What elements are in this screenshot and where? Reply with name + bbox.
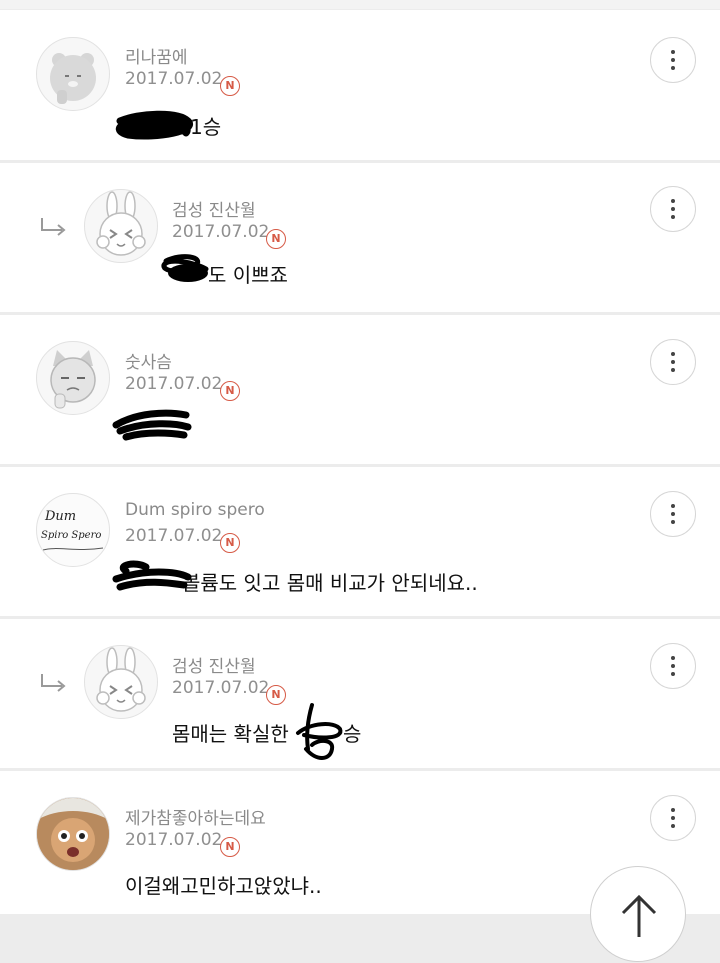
calligraphy-line-2: Spiro Spero (41, 530, 101, 541)
photo-avatar-icon[interactable] (36, 797, 110, 871)
rabbit-character-icon[interactable] (84, 189, 158, 263)
top-divider (0, 0, 720, 9)
scroll-to-top-button[interactable] (590, 866, 686, 962)
comment-date: 2017.07.02 (172, 222, 270, 242)
comment-item: Dum Spiro Spero Dum spiro spero 2017.07.… (0, 467, 720, 616)
comment-author[interactable]: 검성 진산월 (172, 196, 256, 221)
more-options-button[interactable] (650, 491, 696, 537)
bear-character-icon[interactable] (36, 37, 110, 111)
comment-date: 2017.07.02 (172, 678, 270, 698)
new-badge: N (220, 381, 240, 401)
more-options-button[interactable] (650, 795, 696, 841)
comment-text: 볼륨도 잇고 몸매 비교가 안되네요.. (182, 571, 478, 595)
comment-author[interactable]: Dum spiro spero (125, 500, 265, 520)
redaction-scribble (112, 409, 192, 441)
comment-text: 이걸왜고민하고앉았냐.. (125, 874, 322, 898)
comment-item: 검성 진산월 2017.07.02 N 도 이쁘죠 (0, 163, 720, 312)
comment-text: 몸매는 확실한 (172, 722, 289, 746)
comment-text: 1승 (190, 115, 222, 139)
comment-item: 검성 진산월 2017.07.02 N 몸매는 확실한 승 (0, 619, 720, 768)
comment-date: 2017.07.02 (125, 830, 223, 850)
comment-author[interactable]: 숫사슴 (125, 348, 172, 373)
comment-date: 2017.07.02 (125, 526, 223, 546)
new-badge: N (220, 76, 240, 96)
new-badge: N (266, 685, 286, 705)
more-options-button[interactable] (650, 186, 696, 232)
comment-date: 2017.07.02 (125, 374, 223, 394)
arrow-up-icon (621, 894, 657, 937)
more-options-button[interactable] (650, 37, 696, 83)
comment-author[interactable]: 검성 진산월 (172, 652, 256, 677)
rabbit-character-icon[interactable] (84, 645, 158, 719)
calligraphy-avatar-icon[interactable]: Dum Spiro Spero (36, 493, 110, 567)
comment-author[interactable]: 제가참좋아하는데요 (125, 804, 266, 829)
calligraphy-line-1: Dum (44, 509, 76, 524)
new-badge: N (220, 533, 240, 553)
comment-author[interactable]: 리나꿈에 (125, 43, 188, 68)
reply-arrow-icon (41, 674, 66, 692)
new-badge: N (220, 837, 240, 857)
comment-item: 숫사슴 2017.07.02 N (0, 315, 720, 464)
cat-character-icon[interactable] (36, 341, 110, 415)
comment-text-suffix: 승 (343, 722, 362, 746)
more-options-button[interactable] (650, 643, 696, 689)
new-badge: N (266, 229, 286, 249)
comment-text: 도 이쁘죠 (208, 263, 288, 287)
redaction-scribble (296, 703, 343, 760)
more-options-button[interactable] (650, 339, 696, 385)
comment-item: 리나꿈에 2017.07.02 N 1승 (0, 10, 720, 160)
comment-date: 2017.07.02 (125, 69, 223, 89)
reply-arrow-icon (41, 218, 66, 236)
